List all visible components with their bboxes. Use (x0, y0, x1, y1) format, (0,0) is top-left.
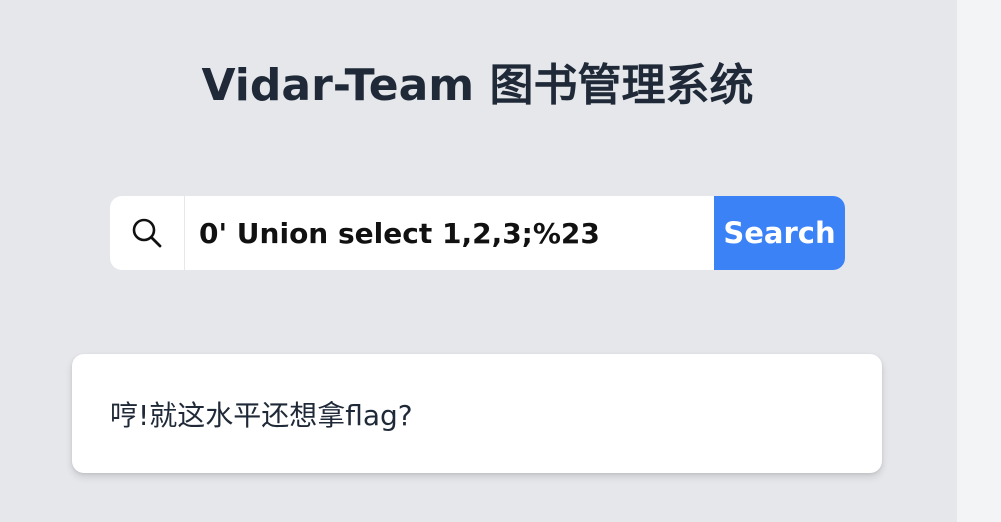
result-message: 哼!就这水平还想拿flag? (110, 398, 413, 432)
result-card: 哼!就这水平还想拿flag? (72, 354, 882, 473)
search-icon-container (110, 196, 185, 270)
page-title: Vidar-Team 图书管理系统 (201, 60, 754, 111)
search-icon (132, 218, 162, 248)
search-button[interactable]: Search (714, 196, 845, 270)
search-bar: Search (110, 196, 845, 270)
search-input[interactable] (185, 196, 714, 270)
main-panel: Vidar-Team 图书管理系统 Search 哼!就这水平还想拿flag? (0, 0, 957, 522)
side-strip (957, 0, 1001, 522)
